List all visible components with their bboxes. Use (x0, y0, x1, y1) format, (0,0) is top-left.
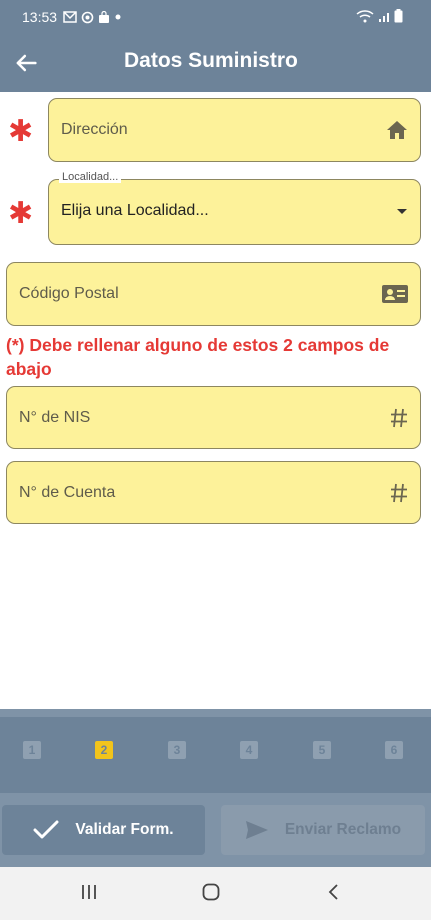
wifi-icon (356, 10, 374, 23)
notification-icons (63, 10, 122, 24)
bag-icon (99, 10, 110, 23)
validar-form-button[interactable]: Validar Form. (2, 805, 205, 855)
codigo-postal-input[interactable] (19, 263, 309, 325)
arrow-left-icon[interactable] (12, 49, 40, 77)
required-asterisk: ✱ (8, 197, 34, 230)
localidad-label: Localidad... (59, 171, 122, 183)
tab-step-2[interactable]: 2 (95, 741, 113, 759)
page-title: Datos Suministro (124, 49, 298, 72)
required-fields-warning: (*) Debe rellenar alguno de estos 2 camp… (6, 335, 390, 379)
recent-apps-icon[interactable] (80, 883, 98, 901)
battery-icon (394, 9, 403, 23)
home-nav-icon[interactable] (202, 883, 220, 901)
cuenta-input[interactable] (19, 462, 309, 523)
tab-step-5[interactable]: 5 (313, 741, 331, 759)
mail-icon (63, 11, 77, 23)
enviar-reclamo-button[interactable]: Enviar Reclamo (221, 805, 425, 855)
cuenta-field[interactable] (6, 461, 421, 524)
nis-input[interactable] (19, 387, 309, 448)
back-nav-icon[interactable] (326, 883, 340, 901)
tab-step-6[interactable]: 6 (385, 741, 403, 759)
signal-icon (379, 13, 389, 22)
codigo-postal-field[interactable] (6, 262, 421, 326)
localidad-value: Elija una Localidad... (61, 202, 209, 219)
tab-step-3[interactable]: 3 (168, 741, 186, 759)
tab-step-4[interactable]: 4 (240, 741, 258, 759)
system-nav-bar (0, 867, 431, 920)
check-icon (33, 820, 59, 839)
enviar-reclamo-label: Enviar Reclamo (284, 821, 402, 838)
validar-form-label: Validar Form. (75, 821, 174, 838)
dot-icon (115, 14, 121, 20)
status-time: 13:53 (22, 9, 58, 25)
step-tabs: 1 2 3 4 5 6 (0, 709, 431, 801)
send-icon (245, 821, 268, 839)
sync-icon (81, 11, 94, 23)
dropdown-arrow-icon (397, 209, 407, 214)
id-card-icon (382, 285, 408, 303)
localidad-select[interactable]: Localidad... Elija una Localidad... (48, 171, 421, 245)
hash-icon (391, 483, 407, 502)
hash-icon (391, 408, 407, 427)
home-icon (387, 121, 407, 139)
tab-step-1[interactable]: 1 (23, 741, 41, 759)
required-asterisk: ✱ (8, 115, 34, 148)
direccion-field[interactable] (48, 98, 421, 162)
action-bar: Validar Form. Enviar Reclamo (0, 793, 431, 867)
status-bar: 13:53 (0, 0, 431, 34)
system-icons (356, 9, 403, 23)
app-bar: Datos Suministro (0, 34, 431, 92)
nis-field[interactable] (6, 386, 421, 449)
direccion-input[interactable] (61, 99, 321, 161)
